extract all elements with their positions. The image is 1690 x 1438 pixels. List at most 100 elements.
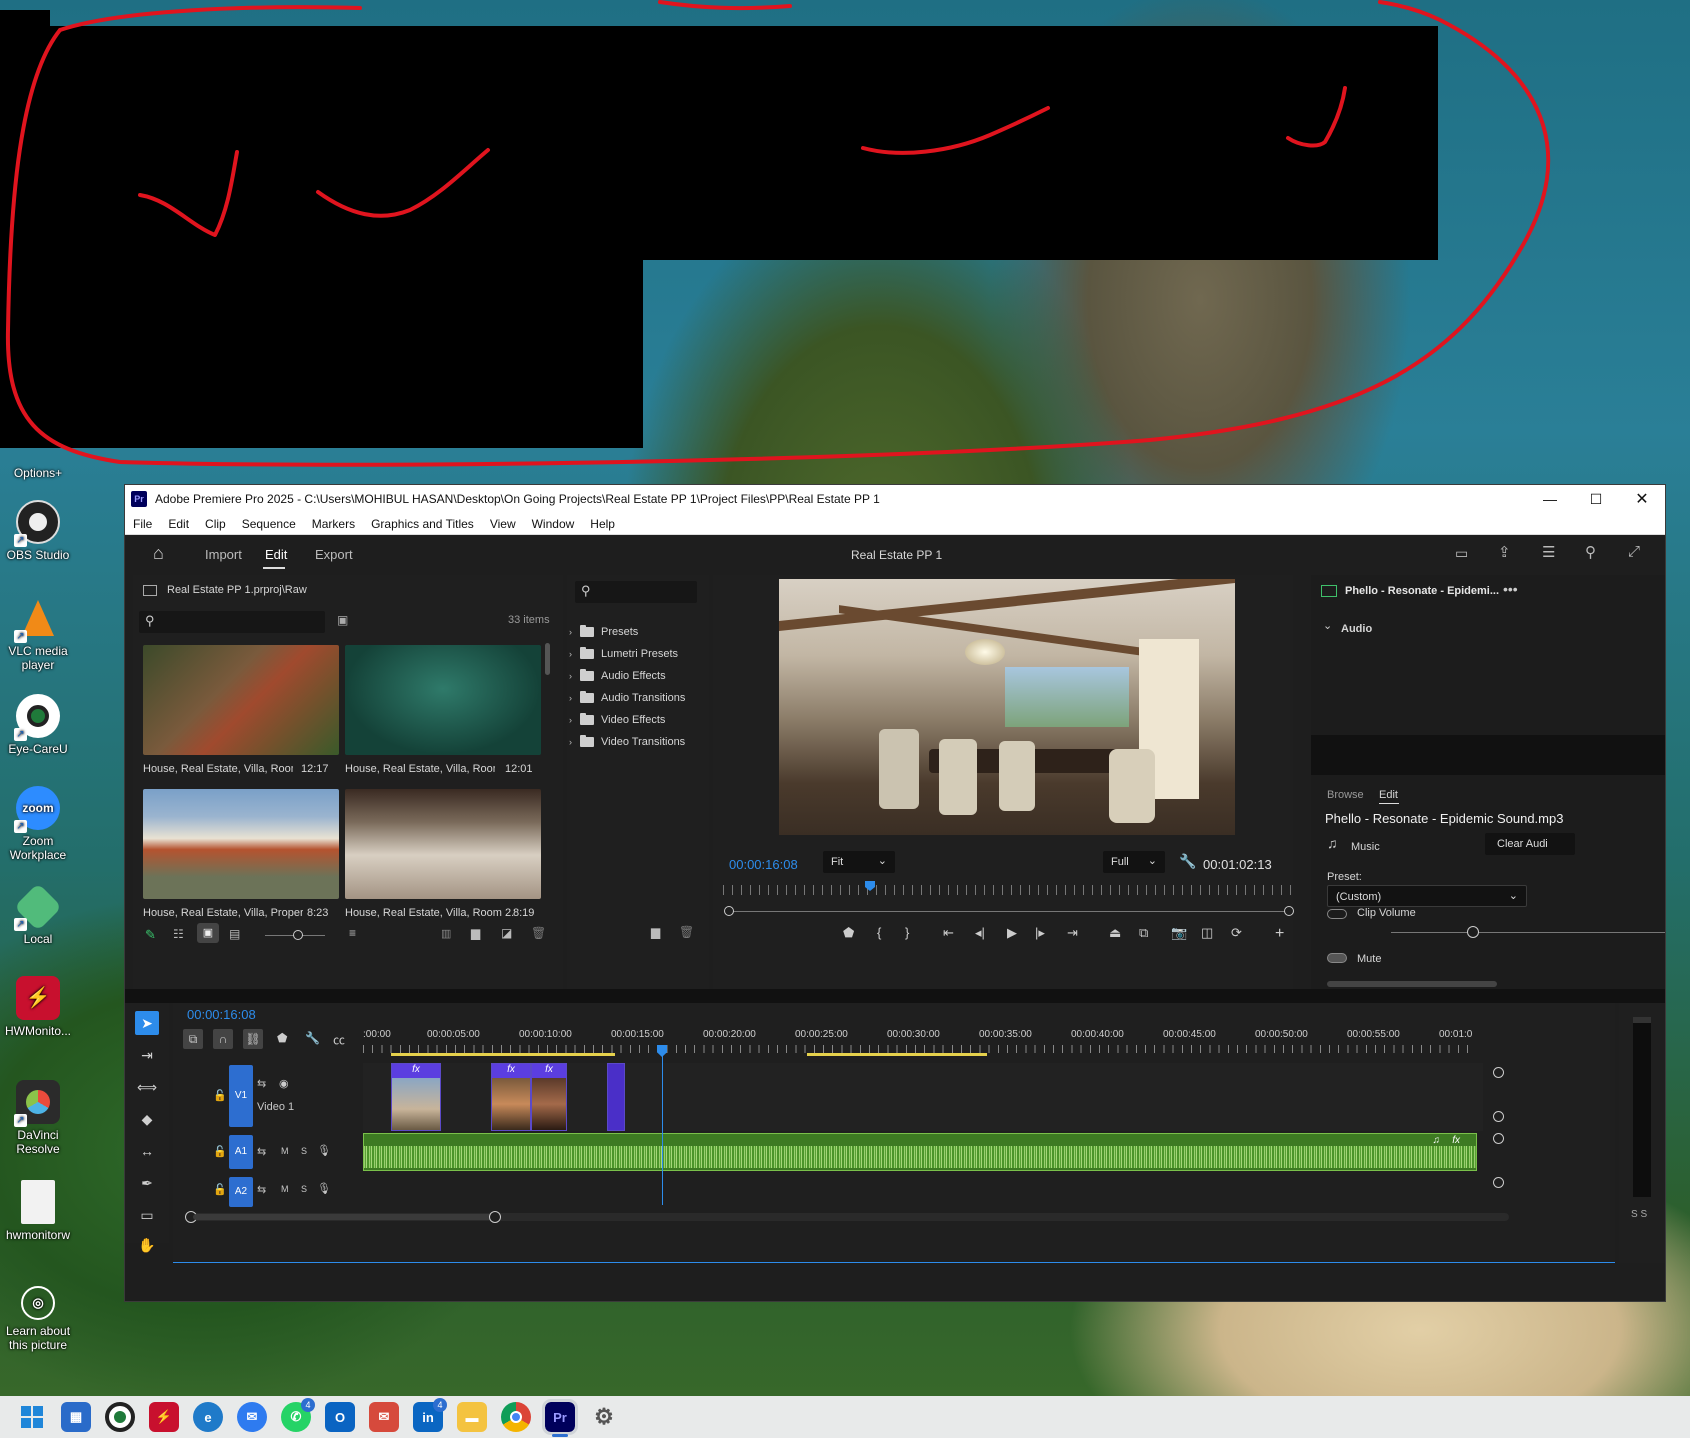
snap-icon[interactable]: ∩ <box>213 1029 233 1049</box>
track-select-tool-icon[interactable]: ⇥ <box>135 1043 159 1067</box>
desktop-icon-obs[interactable]: ↗ OBS Studio <box>2 500 74 562</box>
zoom-bar-thumb[interactable] <box>193 1214 493 1220</box>
solo-track-a1[interactable]: S <box>301 1146 307 1156</box>
effects-tree-audio-effects[interactable]: › Audio Effects <box>569 665 666 687</box>
essential-sound-scrollbar[interactable] <box>1327 981 1497 987</box>
desktop-icon-hwmonitorw[interactable]: hwmonitorw <box>2 1180 74 1242</box>
track-zoom-handle[interactable] <box>1493 1111 1504 1122</box>
ripple-edit-tool-icon[interactable]: ⟺ <box>135 1075 159 1099</box>
new-item-icon[interactable]: ◪ <box>501 926 512 940</box>
menu-help[interactable]: Help <box>582 517 623 531</box>
clip-thumbnail[interactable] <box>345 789 541 899</box>
go-to-out-icon[interactable]: ⇥ <box>1067 925 1078 941</box>
menu-graphics-titles[interactable]: Graphics and Titles <box>363 517 482 531</box>
zoom-slider[interactable] <box>265 930 325 940</box>
slip-tool-icon[interactable]: ↔ <box>135 1139 159 1163</box>
lock-icon[interactable]: 🔓 <box>213 1183 227 1196</box>
track-zoom-handle[interactable] <box>1493 1177 1504 1188</box>
tab-import[interactable]: Import <box>205 547 242 562</box>
trash-icon[interactable]: 🗑 <box>679 925 694 939</box>
automate-sequence-icon[interactable]: ▥ <box>441 927 451 940</box>
track-zoom-handle[interactable] <box>1493 1133 1504 1144</box>
menu-view[interactable]: View <box>482 517 524 531</box>
sort-icon[interactable]: ≡ <box>349 926 356 940</box>
track-target-v1[interactable]: V1 <box>229 1065 253 1127</box>
menu-file[interactable]: File <box>125 517 160 531</box>
icon-view-icon[interactable]: ▣ <box>197 923 219 943</box>
effects-tree-presets[interactable]: › Presets <box>569 621 638 643</box>
tab-export[interactable]: Export <box>315 547 353 562</box>
lift-icon[interactable]: ⏏ <box>1109 925 1121 941</box>
quick-export-icon[interactable]: ☰ <box>1542 543 1555 561</box>
linked-selection-icon[interactable]: ⛓ <box>243 1029 263 1049</box>
razor-tool-icon[interactable]: ◆ <box>135 1107 159 1131</box>
project-search-input[interactable]: ⚲ <box>139 611 325 633</box>
list-view-icon[interactable]: ☷ <box>173 927 184 941</box>
quality-dropdown[interactable]: Full ⌄ <box>1103 851 1165 873</box>
microphone-icon[interactable]: 🎙 <box>317 1182 331 1195</box>
clip-thumbnail[interactable] <box>143 645 339 755</box>
monitor-zoom-bar[interactable] <box>724 906 1294 916</box>
file-explorer-icon[interactable]: ▬ <box>457 1402 487 1432</box>
zoom-bar-end-handle[interactable] <box>489 1211 501 1223</box>
zoom-slider-handle[interactable] <box>293 930 303 940</box>
windows-start-icon[interactable] <box>17 1402 47 1432</box>
mute-track-a1[interactable]: M <box>281 1146 289 1156</box>
mail-icon[interactable]: ✉ <box>369 1402 399 1432</box>
sync-lock-icon[interactable]: ⇆ <box>257 1077 266 1090</box>
preset-dropdown[interactable]: (Custom) ⌄ <box>1327 885 1527 907</box>
time-ruler[interactable]: :00:00 00:00:05:00 00:00:10:00 00:00:15:… <box>363 1029 1615 1059</box>
effects-tree-video-transitions[interactable]: › Video Transitions <box>569 731 685 753</box>
workspaces-icon[interactable]: ▭ <box>1455 545 1468 562</box>
extract-icon[interactable]: ⧉ <box>1139 925 1148 941</box>
playhead-timecode[interactable]: 00:00:16:08 <box>729 857 798 872</box>
pen-tool-icon[interactable]: ✒ <box>135 1171 159 1195</box>
video-clip[interactable] <box>607 1063 625 1131</box>
audio-clip[interactable]: ♫ fx <box>363 1133 1477 1171</box>
desktop-icon-options[interactable]: Options+ <box>2 466 74 480</box>
step-forward-icon[interactable]: |▸ <box>1035 925 1045 941</box>
clip-volume-handle[interactable] <box>1467 926 1479 938</box>
button-editor-icon[interactable]: + <box>1275 925 1284 943</box>
timeline-settings-icon[interactable]: 🔧 <box>305 1031 320 1045</box>
selection-tool-icon[interactable]: ➤ <box>135 1011 159 1035</box>
close-button[interactable]: ✕ <box>1619 489 1665 509</box>
rectangle-tool-icon[interactable]: ▭ <box>135 1203 159 1227</box>
track-target-a2[interactable]: A2 <box>229 1177 253 1207</box>
desktop-icon-zoom[interactable]: zoom ↗ Zoom Workplace <box>2 786 74 862</box>
captions-icon[interactable]: ㏄ <box>333 1031 345 1048</box>
effects-tree-lumetri[interactable]: › Lumetri Presets <box>569 643 678 665</box>
freeform-view-icon[interactable]: ▤ <box>229 927 240 941</box>
edge-icon[interactable]: e <box>193 1402 223 1432</box>
more-options-icon[interactable]: ••• <box>1503 581 1518 597</box>
maximize-button[interactable]: ☐ <box>1573 491 1619 508</box>
effects-tree-video-effects[interactable]: › Video Effects <box>569 709 665 731</box>
mark-out-icon[interactable]: } <box>905 925 909 940</box>
menu-window[interactable]: Window <box>524 517 583 531</box>
new-search-bin-icon[interactable]: ▣ <box>337 613 348 627</box>
menu-edit[interactable]: Edit <box>160 517 197 531</box>
lock-icon[interactable]: 🔓 <box>213 1145 227 1158</box>
desktop-icon-local[interactable]: ↗ Local <box>2 882 74 946</box>
mute-track-a2[interactable]: M <box>281 1184 289 1194</box>
step-back-icon[interactable]: ◂| <box>975 925 985 941</box>
trash-icon[interactable]: 🗑 <box>531 926 546 940</box>
clip-volume-toggle[interactable] <box>1327 909 1347 919</box>
comparison-view-icon[interactable]: ◫ <box>1201 925 1213 941</box>
pencil-icon[interactable]: ✎ <box>145 927 156 943</box>
search-help-icon[interactable]: ⚲ <box>1585 543 1596 561</box>
minimize-button[interactable]: — <box>1527 491 1573 507</box>
settings-wrench-icon[interactable]: 🔧 <box>1179 853 1196 870</box>
zoom-dropdown[interactable]: Fit ⌄ <box>823 851 895 873</box>
desktop-icon-learn[interactable]: ◎ Learn about this picture <box>2 1280 74 1352</box>
tab-edit[interactable]: Edit <box>265 547 287 562</box>
new-bin-icon[interactable]: ▆ <box>471 926 480 940</box>
lock-icon[interactable]: 🔓 <box>213 1089 227 1102</box>
clip-thumbnail[interactable] <box>143 789 339 899</box>
premiere-taskbar-icon[interactable]: Pr <box>542 1399 578 1435</box>
microphone-icon[interactable]: 🎙 <box>317 1144 331 1157</box>
messenger-icon[interactable]: ✉ <box>237 1402 267 1432</box>
play-icon[interactable]: ▶ <box>1007 925 1017 941</box>
home-icon[interactable]: ⌂ <box>153 543 164 564</box>
eye-icon[interactable]: ◉ <box>279 1077 289 1090</box>
